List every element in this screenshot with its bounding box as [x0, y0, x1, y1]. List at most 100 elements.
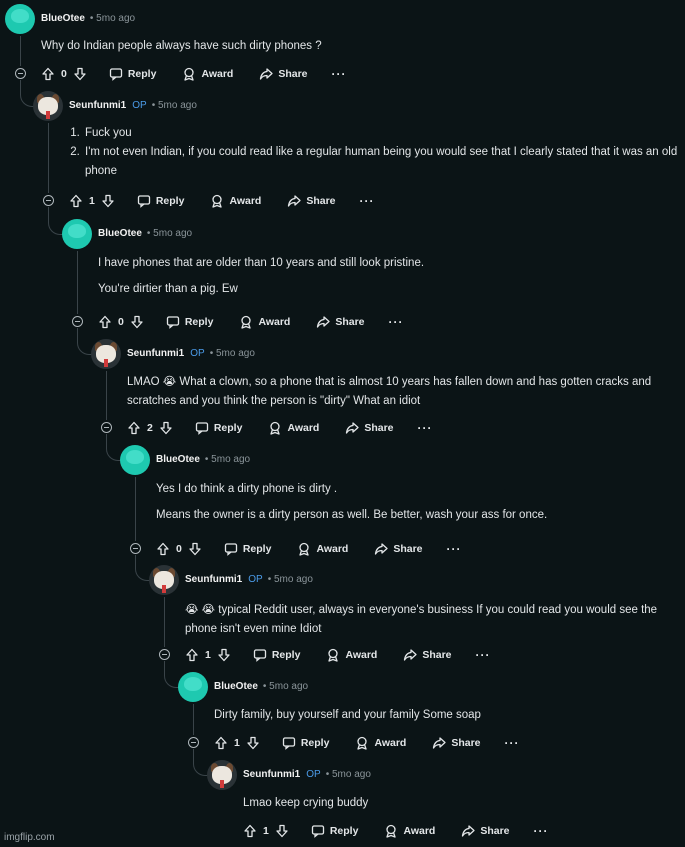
author-name[interactable]: BlueOtee	[98, 228, 142, 239]
more-options-button[interactable]: ···	[389, 315, 404, 329]
teal-snoo-avatar[interactable]	[62, 219, 92, 249]
author-name[interactable]: Seunfunmi1	[127, 348, 184, 359]
comment-header: BlueOtee • 5mo ago	[98, 228, 192, 239]
comment-body: Why do Indian people always have such di…	[41, 37, 680, 56]
comment-timestamp[interactable]: • 5mo ago	[326, 769, 371, 780]
comment-timestamp[interactable]: • 5mo ago	[263, 681, 308, 692]
comment-body: Fuck youI'm not even Indian, if you coul…	[69, 124, 680, 181]
downvote-icon[interactable]	[275, 824, 289, 838]
more-options-button[interactable]: ···	[418, 421, 433, 435]
teal-snoo-avatar[interactable]	[120, 445, 150, 475]
more-options-button[interactable]: ···	[332, 67, 347, 81]
author-name[interactable]: Seunfunmi1	[185, 574, 242, 585]
comment-timestamp[interactable]: • 5mo ago	[210, 348, 255, 359]
downvote-icon[interactable]	[101, 194, 115, 208]
collapse-thread-button[interactable]	[159, 649, 170, 660]
upvote-icon[interactable]	[127, 421, 141, 435]
upvote-icon[interactable]	[98, 315, 112, 329]
award-button[interactable]: Award	[384, 824, 435, 838]
downvote-icon[interactable]	[246, 736, 260, 750]
reply-button[interactable]: Reply	[109, 67, 156, 81]
collapse-thread-button[interactable]	[72, 316, 83, 327]
share-button[interactable]: Share	[316, 315, 365, 329]
reply-button[interactable]: Reply	[137, 194, 184, 208]
author-name[interactable]: BlueOtee	[214, 681, 258, 692]
teal-snoo-avatar[interactable]	[5, 4, 35, 34]
award-button[interactable]: Award	[239, 315, 290, 329]
thread-connector	[48, 207, 63, 235]
thread-line[interactable]	[48, 123, 49, 193]
award-button[interactable]: Award	[297, 542, 348, 556]
upvote-icon[interactable]	[156, 542, 170, 556]
dog-avatar[interactable]	[149, 565, 179, 595]
award-icon	[239, 315, 253, 329]
dog-avatar[interactable]	[33, 91, 63, 121]
award-button[interactable]: Award	[182, 67, 233, 81]
comment-timestamp[interactable]: • 5mo ago	[147, 228, 192, 239]
more-options-button[interactable]: ···	[505, 736, 520, 750]
downvote-icon[interactable]	[217, 648, 231, 662]
thread-line[interactable]	[193, 704, 194, 735]
teal-snoo-avatar[interactable]	[178, 672, 208, 702]
comment-body: Dirty family, buy yourself and your fami…	[214, 706, 680, 725]
comment-header: BlueOtee • 5mo ago	[156, 454, 250, 465]
upvote-icon[interactable]	[185, 648, 199, 662]
thread-line[interactable]	[164, 597, 165, 647]
reply-button[interactable]: Reply	[253, 648, 300, 662]
more-options-button[interactable]: ···	[534, 824, 549, 838]
imgflip-watermark: imgflip.com	[4, 832, 55, 843]
upvote-icon[interactable]	[214, 736, 228, 750]
comment-timestamp[interactable]: • 5mo ago	[152, 100, 197, 111]
downvote-icon[interactable]	[159, 421, 173, 435]
share-label: Share	[393, 543, 423, 555]
share-button[interactable]: Share	[403, 648, 452, 662]
share-button[interactable]: Share	[432, 736, 481, 750]
reply-button[interactable]: Reply	[166, 315, 213, 329]
award-button[interactable]: Award	[355, 736, 406, 750]
comment-timestamp[interactable]: • 5mo ago	[268, 574, 313, 585]
upvote-icon[interactable]	[41, 67, 55, 81]
award-button[interactable]: Award	[210, 194, 261, 208]
award-button[interactable]: Award	[326, 648, 377, 662]
upvote-icon[interactable]	[69, 194, 83, 208]
upvote-icon[interactable]	[243, 824, 257, 838]
thread-line[interactable]	[135, 477, 136, 541]
share-button[interactable]: Share	[374, 542, 423, 556]
collapse-thread-button[interactable]	[15, 68, 26, 79]
share-button[interactable]: Share	[345, 421, 394, 435]
downvote-icon[interactable]	[130, 315, 144, 329]
reply-button[interactable]: Reply	[224, 542, 271, 556]
dog-avatar[interactable]	[91, 339, 121, 369]
award-button[interactable]: Award	[268, 421, 319, 435]
collapse-thread-button[interactable]	[130, 543, 141, 554]
share-button[interactable]: Share	[259, 67, 308, 81]
author-name[interactable]: Seunfunmi1	[243, 769, 300, 780]
collapse-thread-button[interactable]	[43, 195, 54, 206]
thread-line[interactable]	[77, 251, 78, 314]
downvote-icon[interactable]	[73, 67, 87, 81]
comment-timestamp[interactable]: • 5mo ago	[90, 13, 135, 24]
reply-button[interactable]: Reply	[311, 824, 358, 838]
more-options-button[interactable]: ···	[476, 648, 491, 662]
author-name[interactable]: Seunfunmi1	[69, 100, 126, 111]
comment-header: BlueOtee • 5mo ago	[214, 681, 308, 692]
comment-action-bar: 1 Reply Award Share ···	[243, 821, 549, 841]
comment-timestamp[interactable]: • 5mo ago	[205, 454, 250, 465]
reply-label: Reply	[213, 422, 243, 434]
reply-button[interactable]: Reply	[282, 736, 329, 750]
dog-avatar[interactable]	[207, 760, 237, 790]
reply-button[interactable]: Reply	[195, 421, 243, 435]
thread-line[interactable]	[20, 36, 21, 66]
share-button[interactable]: Share	[287, 194, 336, 208]
downvote-icon[interactable]	[188, 542, 202, 556]
thread-line[interactable]	[106, 371, 107, 420]
author-name[interactable]: BlueOtee	[41, 13, 85, 24]
share-button[interactable]: Share	[461, 824, 510, 838]
reply-icon	[282, 736, 296, 750]
collapse-thread-button[interactable]	[188, 737, 199, 748]
more-options-button[interactable]: ···	[447, 542, 462, 556]
author-name[interactable]: BlueOtee	[156, 454, 200, 465]
collapse-thread-button[interactable]	[101, 422, 112, 433]
more-options-button[interactable]: ···	[360, 194, 375, 208]
vote-group: 1	[185, 648, 231, 662]
